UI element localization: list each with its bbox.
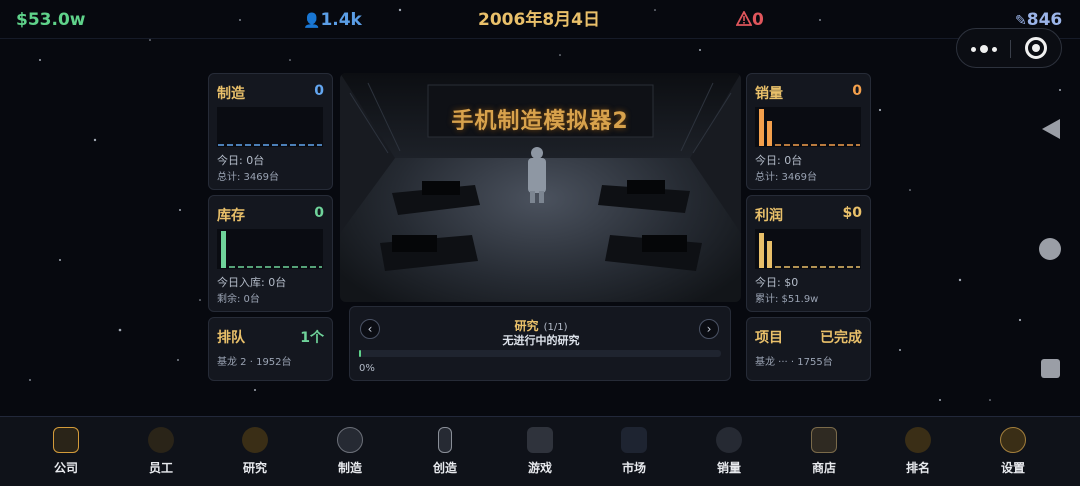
profit-value: $0 [842, 205, 862, 221]
game-date: 2006年8月4日 [478, 10, 600, 30]
nav-manufacture[interactable]: 制造 [320, 427, 380, 483]
nav-market-label: 市场 [621, 461, 646, 475]
sales-panel[interactable]: 销量 0 今日: 0台 总计: 3469台 [746, 73, 871, 190]
staff-count: 👤1.4k [303, 8, 362, 32]
nav-settings-label: 设置 [1000, 461, 1025, 475]
queue-panel[interactable]: 排队 1个 基龙 2 · 1952台 [208, 317, 333, 381]
game-title-banner: 手机制造模拟器2 [451, 109, 629, 134]
nav-create-label: 创造 [432, 461, 457, 475]
nav-sales-label: 销量 [716, 461, 741, 475]
inventory-today: 今日入库: 0台 [217, 276, 287, 289]
bottom-nav: 公司 员工 研究 制造 创造 游戏 市场 销量 商店 排名 设置 [0, 416, 1080, 486]
nav-staff[interactable]: 员工 [131, 427, 191, 483]
nav-company[interactable]: 公司 [36, 427, 96, 483]
nav-ranking-label: 排名 [905, 461, 930, 475]
pen-icon: ✎ [1015, 13, 1027, 29]
home-nav-icon[interactable] [1039, 238, 1061, 260]
project-item: 基龙 ··· · 1755台 [755, 357, 833, 368]
project-title: 项目 [755, 330, 783, 346]
trophy-icon [905, 427, 931, 453]
more-menu-icon[interactable] [971, 40, 997, 58]
nav-staff-label: 员工 [148, 461, 173, 475]
settings-icon [1000, 427, 1026, 453]
manufacture-value: 0 [314, 83, 324, 99]
nav-create[interactable]: 创造 [415, 427, 475, 483]
person-icon: 👤 [303, 13, 321, 29]
sales-title: 销量 [755, 86, 783, 102]
nav-research-label: 研究 [242, 461, 267, 475]
nav-store-label: 商店 [811, 461, 836, 475]
office-scene: 手机制造模拟器2 [340, 73, 741, 302]
nav-ranking[interactable]: 排名 [888, 427, 948, 483]
top-divider [0, 38, 1080, 39]
alert-count-value: 0 [752, 10, 764, 30]
inventory-title: 库存 [217, 208, 245, 224]
inventory-chart [217, 229, 323, 269]
project-panel[interactable]: 项目 已完成 基龙 ··· · 1755台 [746, 317, 871, 381]
research-panel[interactable]: ‹ › 研究 (1/1) 无进行中的研究 0% [349, 306, 731, 381]
alert-count: 0 [735, 8, 764, 32]
profit-cumulative: 累计: $51.9w [755, 294, 819, 305]
queue-item: 基龙 2 · 1952台 [217, 357, 292, 368]
nav-settings[interactable]: 设置 [983, 427, 1043, 483]
manufacture-title: 制造 [217, 86, 245, 102]
phone-icon [438, 427, 452, 453]
person-icon [148, 427, 174, 453]
mini-program-capsule [956, 28, 1062, 68]
lightbulb-icon [242, 427, 268, 453]
sales-today: 今日: 0台 [755, 154, 803, 167]
nav-manufacture-label: 制造 [337, 461, 362, 475]
profit-title: 利润 [755, 208, 783, 224]
sales-total: 总计: 3469台 [755, 172, 817, 183]
gamepad-icon [527, 427, 553, 453]
bag-icon [716, 427, 742, 453]
manufacture-total: 总计: 3469台 [217, 172, 279, 183]
manufacture-today: 今日: 0台 [217, 154, 265, 167]
sales-value: 0 [852, 83, 862, 99]
project-status: 已完成 [820, 330, 862, 346]
profit-chart [755, 229, 861, 269]
profit-today: 今日: $0 [755, 276, 799, 289]
recents-nav-icon[interactable] [1041, 359, 1060, 378]
queue-title: 排队 [217, 330, 245, 346]
store-icon [811, 427, 837, 453]
sales-chart [755, 107, 861, 147]
staff-count-value: 1.4k [320, 10, 362, 30]
nav-games[interactable]: 游戏 [510, 427, 570, 483]
nav-research[interactable]: 研究 [225, 427, 285, 483]
building-icon [53, 427, 79, 453]
money-display: $53.0w [16, 10, 86, 30]
research-title: 研究 [514, 319, 539, 333]
nav-games-label: 游戏 [527, 461, 552, 475]
research-progress-track [359, 350, 721, 357]
back-nav-icon[interactable] [1040, 118, 1062, 140]
gear-icon [337, 427, 363, 453]
warning-icon [735, 10, 753, 26]
chart-icon [621, 427, 647, 453]
queue-value: 1个 [300, 330, 324, 346]
nav-sales[interactable]: 销量 [699, 427, 759, 483]
research-status: 无进行中的研究 [502, 334, 580, 347]
research-progress-label: 0% [359, 363, 375, 374]
nav-store[interactable]: 商店 [794, 427, 854, 483]
research-progress-fill [359, 350, 361, 357]
inventory-remaining: 剩余: 0台 [217, 294, 260, 305]
manufacture-panel[interactable]: 制造 0 今日: 0台 总计: 3469台 [208, 73, 333, 190]
nav-company-label: 公司 [53, 461, 78, 475]
profit-panel[interactable]: 利润 $0 今日: $0 累计: $51.9w [746, 195, 871, 312]
inventory-value: 0 [314, 205, 324, 221]
close-target-icon[interactable] [1025, 37, 1047, 59]
manufacture-chart [217, 107, 323, 147]
nav-market[interactable]: 市场 [604, 427, 664, 483]
inventory-panel[interactable]: 库存 0 今日入库: 0台 剩余: 0台 [208, 195, 333, 312]
score-value: 846 [1026, 10, 1063, 30]
